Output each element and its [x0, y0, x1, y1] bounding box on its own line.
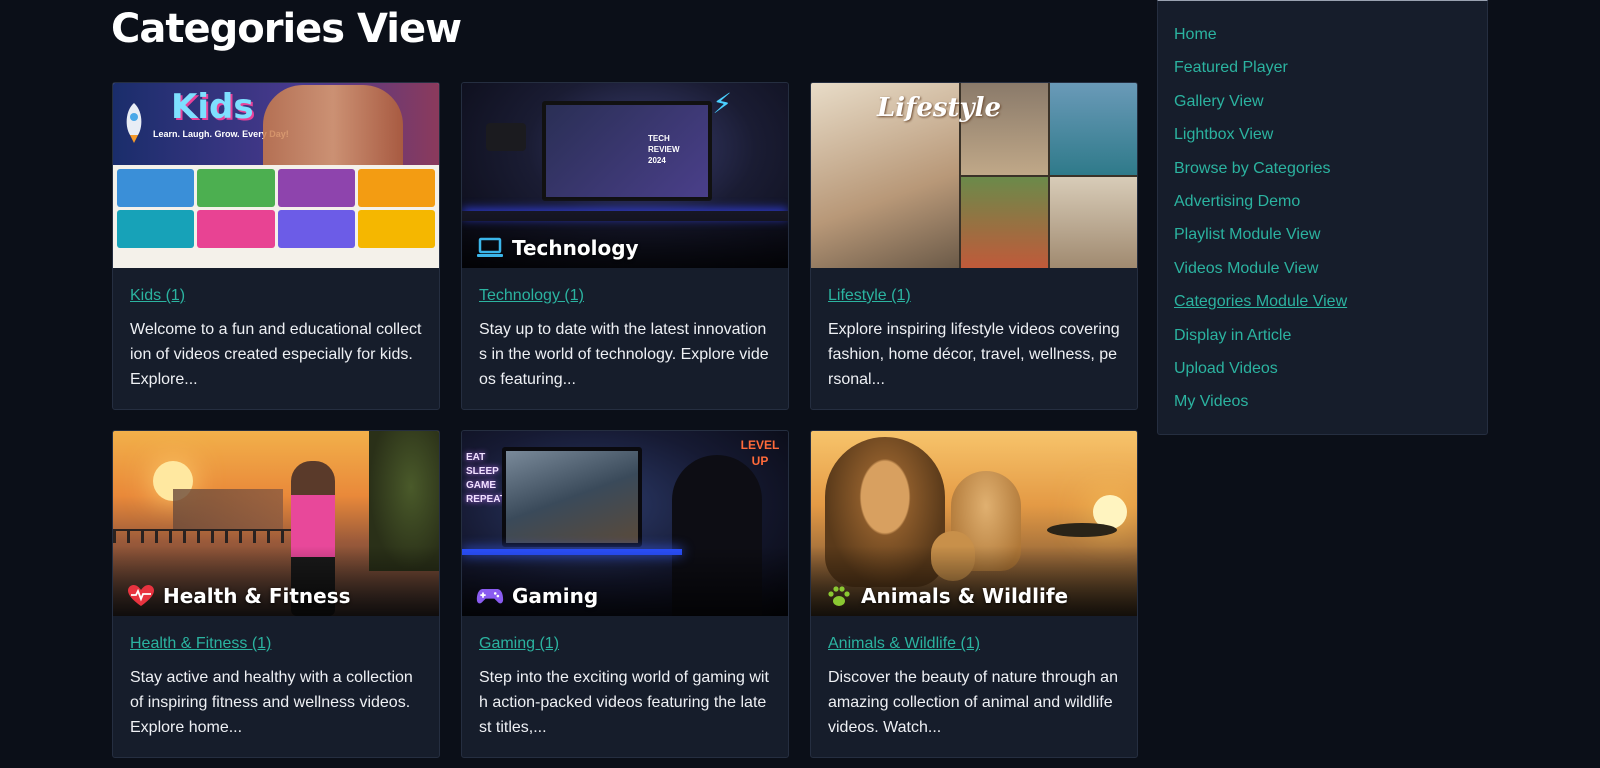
sidebar-item-upload-videos[interactable]: Upload Videos: [1174, 357, 1471, 390]
category-thumbnail-lifestyle[interactable]: Lifestyle: [811, 83, 1137, 268]
health-thumb-title: Health & Fitness: [163, 584, 351, 608]
lifestyle-collage: Lifestyle: [811, 83, 1137, 268]
category-thumbnail-technology[interactable]: TECH REVIEW 2024 ⚡ Technology: [462, 83, 788, 268]
kids-children-illustration: [263, 85, 403, 165]
sidebar-menu: Home Featured Player Gallery View Lightb…: [1157, 0, 1488, 435]
heartbeat-icon: [128, 585, 154, 606]
railing-illustration: [113, 529, 303, 543]
category-thumbnail-gaming[interactable]: EAT SLEEP GAME REPEAT LEVEL UP Gaming: [462, 431, 788, 616]
category-description-technology: Stay up to date with the latest innovati…: [479, 321, 769, 388]
sidebar-item-featured-player[interactable]: Featured Player: [1174, 56, 1471, 89]
category-description-health-fitness: Stay active and healthy with a collectio…: [130, 669, 413, 736]
categories-grid: Kids Learn. Laugh. Grow. Every Day! Kids…: [112, 82, 1138, 758]
category-link-technology[interactable]: Technology (1): [479, 287, 584, 305]
category-description-lifestyle: Explore inspiring lifestyle videos cover…: [828, 321, 1120, 388]
category-link-kids[interactable]: Kids (1): [130, 287, 185, 305]
category-card-gaming: EAT SLEEP GAME REPEAT LEVEL UP Gaming Ga…: [461, 430, 789, 758]
camera-illustration: [486, 123, 526, 151]
category-link-animals-wildlife[interactable]: Animals & Wildlife (1): [828, 635, 980, 653]
sidebar-item-lightbox-view[interactable]: Lightbox View: [1174, 123, 1471, 156]
sidebar-item-advertising-demo[interactable]: Advertising Demo: [1174, 190, 1471, 223]
category-card-lifestyle: Lifestyle Lifestyle (1) Explore inspirin…: [810, 82, 1138, 410]
tech-screen-text: TECH REVIEW 2024: [648, 134, 680, 165]
category-description-gaming: Step into the exciting world of gaming w…: [479, 669, 769, 736]
rocket-icon: [126, 103, 142, 143]
lightning-icon: ⚡: [712, 88, 732, 119]
category-card-technology: TECH REVIEW 2024 ⚡ Technology Technology…: [461, 82, 789, 410]
skyline-illustration: [173, 489, 283, 529]
category-description-kids: Welcome to a fun and educational collect…: [130, 321, 422, 388]
sidebar-item-gallery-view[interactable]: Gallery View: [1174, 90, 1471, 123]
gaming-thumb-title: Gaming: [512, 584, 599, 608]
gamepad-icon: [476, 589, 504, 604]
kids-topic-tiles: [117, 169, 435, 248]
category-card-kids: Kids Learn. Laugh. Grow. Every Day! Kids…: [112, 82, 440, 410]
gaming-level-up-sign: LEVEL UP: [740, 438, 780, 468]
animals-thumb-title: Animals & Wildlife: [861, 584, 1069, 608]
paw-icon: [828, 586, 850, 606]
sidebar-item-playlist-module-view[interactable]: Playlist Module View: [1174, 223, 1471, 256]
category-link-gaming[interactable]: Gaming (1): [479, 635, 559, 653]
category-description-animals-wildlife: Discover the beauty of nature through an…: [828, 669, 1118, 736]
kids-thumb-title: Kids: [171, 87, 254, 127]
category-card-health-fitness: Health & Fitness Health & Fitness (1) St…: [112, 430, 440, 758]
sidebar-item-categories-module-view[interactable]: Categories Module View: [1174, 290, 1471, 323]
category-thumbnail-kids[interactable]: Kids Learn. Laugh. Grow. Every Day!: [113, 83, 439, 268]
lifestyle-thumb-title: Lifestyle: [877, 93, 1002, 123]
sidebar-item-display-in-article[interactable]: Display in Article: [1174, 324, 1471, 357]
category-thumbnail-health-fitness[interactable]: Health & Fitness: [113, 431, 439, 616]
sidebar-item-home[interactable]: Home: [1174, 23, 1471, 56]
monitor-illustration: TECH REVIEW 2024: [542, 101, 712, 201]
category-link-lifestyle[interactable]: Lifestyle (1): [828, 287, 911, 305]
acacia-tree-illustration: [1047, 523, 1117, 537]
gaming-neon-sign: EAT SLEEP GAME REPEAT: [466, 452, 506, 505]
category-thumbnail-animals-wildlife[interactable]: Animals & Wildlife: [811, 431, 1137, 616]
sidebar-item-browse-by-categories[interactable]: Browse by Categories: [1174, 157, 1471, 190]
technology-thumb-title: Technology: [512, 236, 639, 260]
gaming-monitor-illustration: [502, 447, 642, 547]
category-link-health-fitness[interactable]: Health & Fitness (1): [130, 635, 271, 653]
sidebar-item-my-videos[interactable]: My Videos: [1174, 390, 1471, 423]
laptop-icon: [477, 237, 503, 257]
page-title: Categories View: [111, 6, 462, 52]
category-card-animals-wildlife: Animals & Wildlife Animals & Wildlife (1…: [810, 430, 1138, 758]
sidebar-item-videos-module-view[interactable]: Videos Module View: [1174, 257, 1471, 290]
